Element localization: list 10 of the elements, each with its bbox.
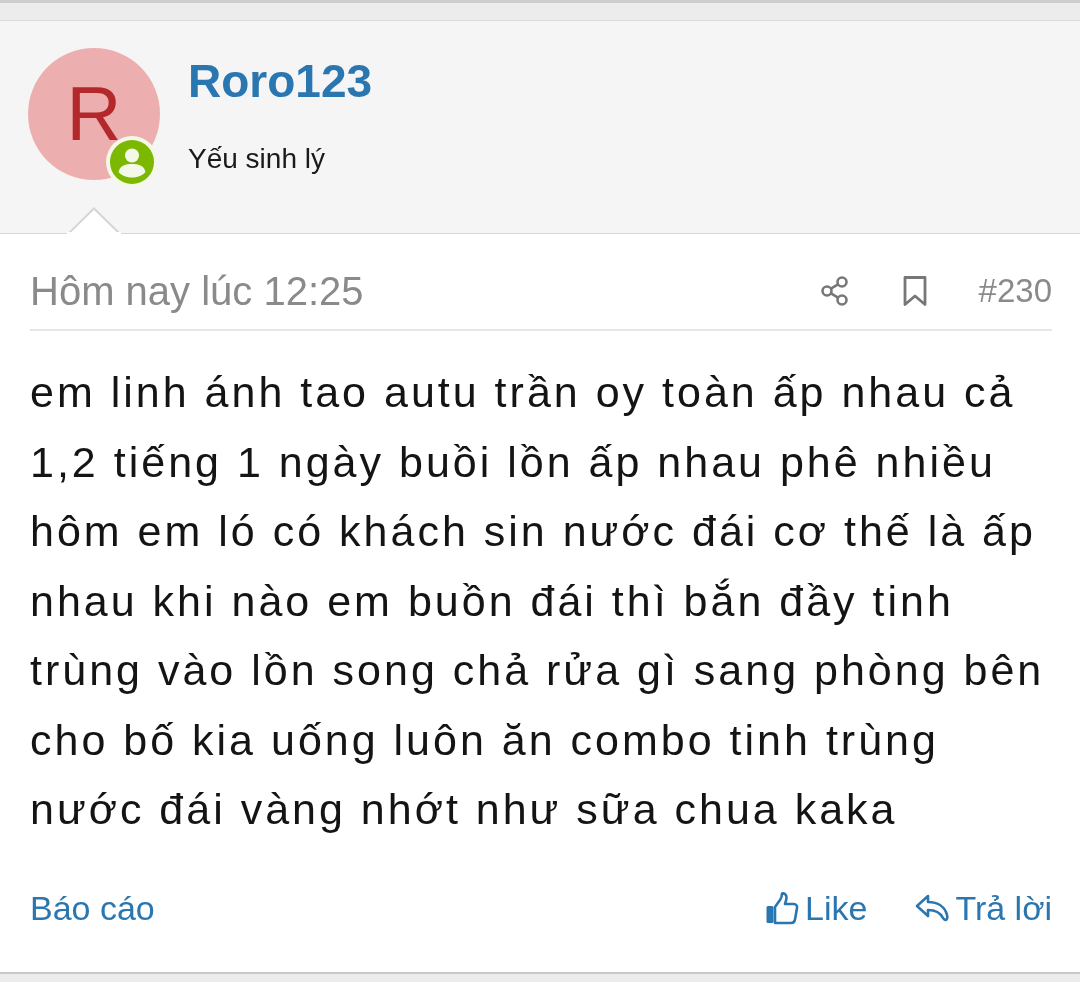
- thumbs-up-icon: [765, 891, 800, 926]
- user-title: Yếu sinh lý: [188, 142, 326, 176]
- share-icon[interactable]: [818, 275, 851, 307]
- report-link[interactable]: Báo cáo: [30, 888, 155, 929]
- like-button[interactable]: Like: [765, 888, 868, 929]
- reply-button[interactable]: Trả lời: [915, 888, 1052, 929]
- post-text: em linh ánh tao autu trần oy toàn ấp nhau cả 1,2 tiếng 1 ngày buồi lồn ấp nhau phê nhiều hôm em ló có khách sin nước đái cơ thế là ấp nhau khi nào em buồn đái thì bắn đầy tinh trùng vào lồn song chả rửa gì sang phòng bên cho bố kia uống luôn ăn combo tinh trùng nước đái vàng nhớt như sữa chua kaka: [30, 367, 1046, 835]
- post-number-link[interactable]: #230: [978, 266, 1052, 316]
- post-time[interactable]: Hôm nay lúc 12:25: [30, 261, 364, 321]
- username-link[interactable]: Roro123: [188, 55, 373, 108]
